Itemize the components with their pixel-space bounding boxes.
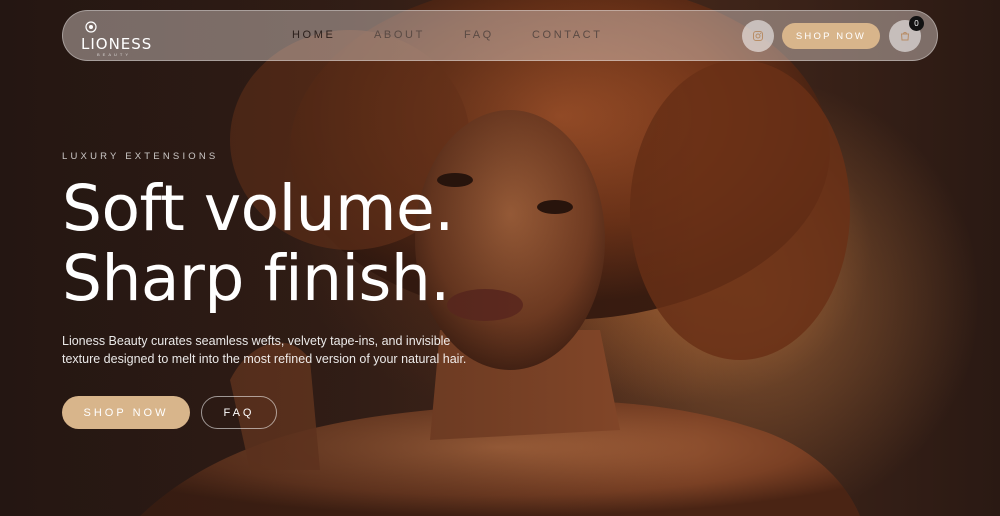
brand-tagline: BEAUTY [97, 52, 132, 57]
cart-count-badge: 0 [909, 16, 924, 31]
nav-link-home[interactable]: HOME [292, 29, 335, 41]
hero-headline: Soft volume. Sharp finish. [62, 174, 542, 314]
headline-line-2: Sharp finish. [62, 242, 450, 315]
hero-eyebrow: LUXURY EXTENSIONS [62, 151, 219, 162]
lion-logo-icon [85, 21, 97, 33]
instagram-icon [753, 31, 763, 41]
nav-link-contact[interactable]: CONTACT [532, 29, 603, 41]
hero-shop-now-button[interactable]: SHOP NOW [62, 396, 190, 429]
nav-shop-now-button[interactable]: SHOP NOW [782, 23, 880, 49]
hero-description: Lioness Beauty curates seamless wefts, v… [62, 334, 467, 366]
headline-line-1: Soft volume. [62, 172, 454, 245]
nav-link-faq[interactable]: FAQ [464, 29, 494, 41]
cart-icon [900, 32, 910, 41]
top-navbar: LIONESS BEAUTY HOME ABOUT FAQ CONTACT SH… [62, 10, 938, 61]
nav-link-about[interactable]: ABOUT [374, 29, 425, 41]
brand-logo[interactable]: LIONESS BEAUTY [81, 21, 161, 57]
instagram-button[interactable] [742, 20, 774, 52]
brand-name: LIONESS [81, 35, 153, 53]
hero-faq-button[interactable]: FAQ [201, 396, 277, 429]
